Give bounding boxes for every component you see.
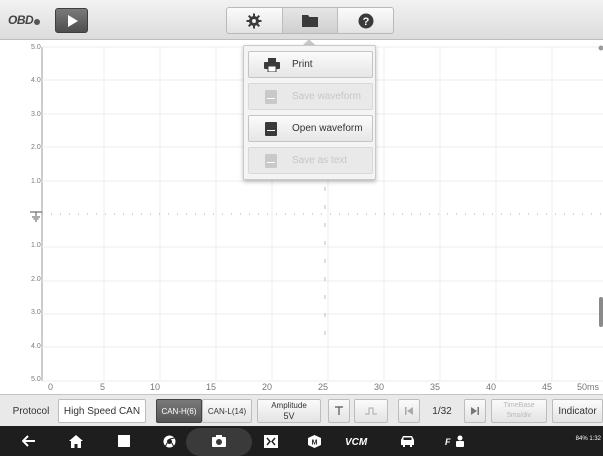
save-text-icon [264,153,278,168]
first-page-button[interactable] [398,399,420,423]
timebase-label: TimeBase [503,402,535,409]
play-icon [68,15,78,27]
menu-item-label: Save as text [292,155,348,166]
amplitude-button[interactable]: Amplitude 5V [257,399,321,423]
y-axis-label: 5.0 [31,376,41,383]
y-axis-label: 2.0 [31,144,41,151]
obd-logo-text: OBD [8,13,34,27]
camera-icon [212,435,226,447]
vci-icon: VCM [345,437,368,447]
trigger-button[interactable] [328,399,350,423]
x-axis-label: 50ms [577,382,600,392]
vci-button[interactable]: VCM [344,433,370,449]
browser-icon [163,435,175,447]
page-indicator: 1/32 [432,405,452,417]
y-axis-label: 4.0 [31,343,41,350]
amplitude-value: 5V [283,411,295,421]
control-bar: Protocol High Speed CAN CAN-H(6) CAN-L(1… [0,394,603,426]
obd-logo[interactable]: OBD [8,13,41,27]
back-button[interactable] [20,433,38,449]
remote-icon [264,434,278,448]
trigger-edge-button[interactable] [354,399,388,423]
home-button[interactable] [67,433,85,449]
menu-item-label: Save waveform [292,91,361,102]
play-button[interactable] [55,8,88,33]
can-h-button[interactable]: CAN-H(6) [156,399,202,423]
fa-user-icon: F [445,435,464,447]
edge-icon [365,407,377,415]
timebase-button[interactable]: TimeBase 5ms/div [491,399,547,423]
skip-back-icon [405,407,413,415]
x-axis-label: 15 [206,382,217,392]
help-icon: ? [358,13,374,28]
m-logo-icon: M [307,434,321,448]
protocol-label: Protocol [12,405,50,417]
trigger-icon [335,406,343,415]
amplitude-label: Amplitude [271,401,307,410]
y-axis-label: 4.0 [31,77,41,84]
printer-icon [264,57,280,72]
remote-expert-button[interactable] [262,433,280,449]
y-axis-label: 5.0 [31,44,41,51]
tool-button-group: ? [226,7,394,34]
settings-button[interactable] [227,8,283,33]
gear-icon [246,13,262,28]
user-settings-button[interactable]: F [444,433,466,449]
back-arrow-icon [22,435,35,447]
can-l-button[interactable]: CAN-L(14) [202,399,252,423]
square-icon [118,435,130,447]
x-axis-label: 0 [48,382,54,392]
file-menu: Print Save waveform Open waveform Save a… [243,45,376,180]
app-root: OBD ? 5.0 4.0 3.0 2.0 1.0 1.0 2.0 3.0 4.… [0,0,603,456]
help-button[interactable]: ? [338,8,393,33]
x-axis-label: 20 [262,382,273,392]
car-button[interactable] [398,433,416,449]
menu-item-label: Print [292,59,313,70]
file-button[interactable] [282,8,339,33]
last-page-button[interactable] [464,399,486,423]
y-axis-label: 3.0 [31,309,41,316]
svg-text:VCM: VCM [345,437,368,447]
maxifix-button[interactable]: M [305,433,323,449]
menu-item-label: Open waveform [292,123,363,134]
protocol-select[interactable]: High Speed CAN [58,399,146,423]
timebase-value: 5ms/div [506,412,532,419]
top-toolbar: OBD ? [0,0,603,40]
skip-forward-icon [471,407,479,415]
svg-text:F: F [445,437,451,447]
status-bar-text: 84% 1:32 [575,436,601,442]
menu-item-save-waveform[interactable]: Save waveform [248,83,373,110]
svg-text:M: M [311,439,317,446]
chrome-button[interactable] [160,433,178,449]
channel-marker[interactable] [598,45,603,51]
ground-icon[interactable] [30,211,42,222]
y-axis-label: 1.0 [31,178,41,185]
screenshot-button[interactable] [210,433,228,449]
save-waveform-icon [264,89,278,104]
x-axis-label: 45 [542,382,553,392]
x-axis-label: 10 [150,382,161,392]
y-axis-label: 1.0 [31,242,41,249]
x-axis-label: 5 [100,382,106,392]
car-icon [400,436,414,447]
menu-item-open-waveform[interactable]: Open waveform [248,115,373,142]
x-axis-label: 25 [318,382,329,392]
obd-logo-dot [34,19,41,25]
android-navbar: M VCM F 84% 1:32 [0,426,603,456]
y-axis-label: 3.0 [31,111,41,118]
recent-apps-button[interactable] [115,433,133,449]
menu-item-print[interactable]: Print [248,51,373,78]
y-axis-label: 2.0 [31,276,41,283]
indicator-button[interactable]: Indicator [552,399,603,423]
x-axis-label: 40 [486,382,497,392]
x-axis-label: 35 [430,382,441,392]
menu-item-save-as-text[interactable]: Save as text [248,147,373,174]
home-icon [69,434,83,448]
x-axis-label: 30 [374,382,385,392]
scroll-handle[interactable] [599,297,603,327]
open-waveform-icon [264,121,278,136]
folder-icon [302,15,318,27]
svg-text:?: ? [362,16,369,28]
